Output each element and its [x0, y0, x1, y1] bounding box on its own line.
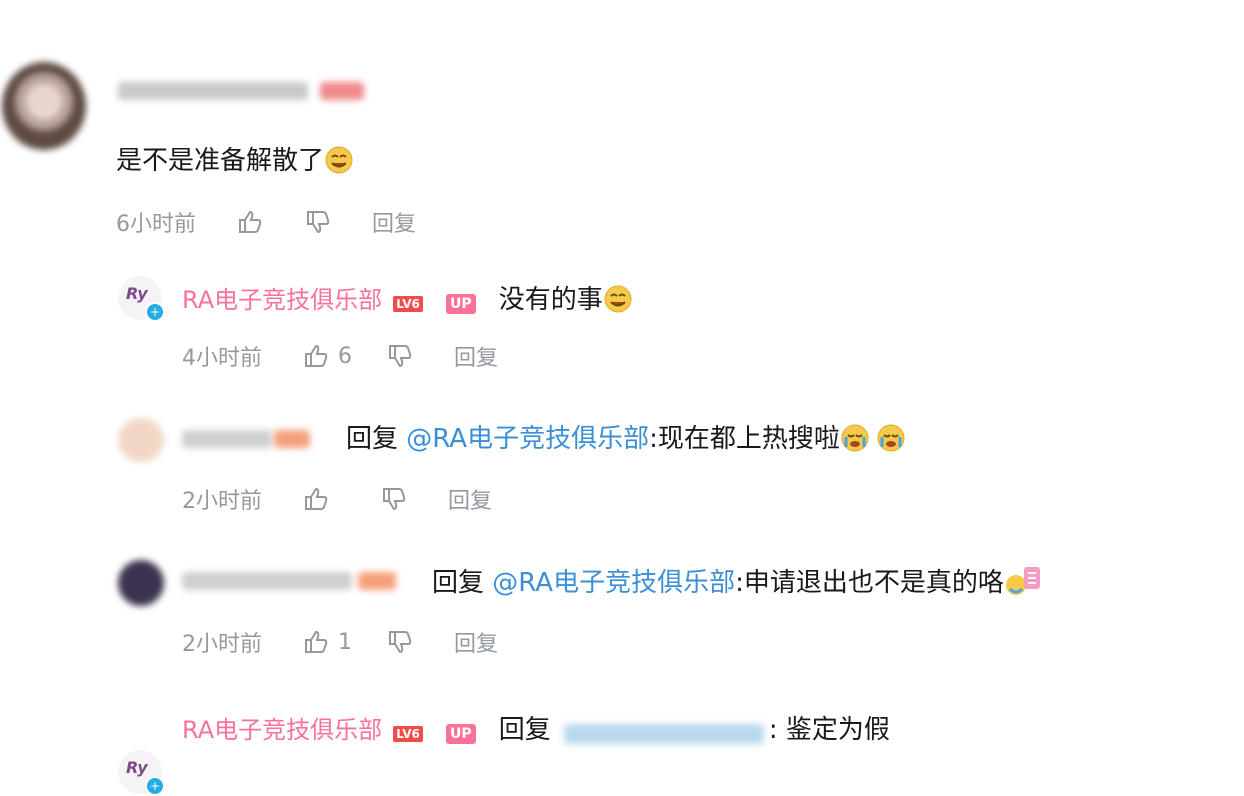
comment-meta: 6小时前 回复 [116, 206, 416, 238]
mention-link[interactable]: @RA电子竞技俱乐部 [492, 568, 735, 598]
ra-avatar[interactable]: Ry + [118, 276, 165, 322]
thumbs-down-icon[interactable] [380, 485, 408, 513]
replier-avatar[interactable] [118, 418, 164, 462]
verified-icon: + [145, 776, 165, 796]
reply-button[interactable]: 回复 [448, 483, 492, 515]
reply-meta: 4小时前 6 回复 [182, 340, 498, 372]
reply-meta: 2小时前 1 回复 [182, 626, 498, 658]
reply-content: 回复 @RA电子竞技俱乐部:申请退出也不是真的咯 [432, 566, 1044, 600]
like-count: 6 [338, 343, 352, 369]
level-badge: LV6 [393, 295, 423, 312]
laugh-cry-emoji-icon [324, 145, 354, 175]
reply-text: :申请退出也不是真的咯 [735, 568, 1004, 598]
crying-emoji-icon [840, 423, 870, 453]
reply-prefix: 回复 [432, 568, 485, 598]
thumbs-up-icon[interactable] [236, 208, 264, 236]
sticker-emoji-icon [1004, 567, 1044, 597]
reply-time: 2小时前 [182, 632, 262, 657]
laugh-cry-emoji-icon [603, 284, 633, 314]
reply-header: RA电子竞技俱乐部 LV6 UP 回复 : 鉴定为假 [182, 710, 890, 747]
thumbs-down-icon[interactable] [386, 342, 414, 370]
thumbs-up-icon[interactable] [302, 485, 330, 513]
comment-text: 是不是准备解散了 [116, 146, 325, 176]
comment-content: 是不是准备解散了 [116, 144, 354, 178]
reply-meta: 2小时前 回复 [182, 483, 492, 515]
reply-time: 2小时前 [182, 489, 262, 514]
ra-logo-icon: Ry [126, 758, 148, 777]
reply-text: : 鉴定为假 [768, 715, 890, 745]
mention-link[interactable]: @RA电子竞技俱乐部 [406, 424, 649, 454]
comment-time: 6小时前 [116, 212, 196, 237]
commenter-name-blurred[interactable] [118, 82, 308, 100]
up-badge: UP [445, 723, 476, 744]
reply-content: 回复 @RA电子竞技俱乐部:现在都上热搜啦 [346, 422, 906, 456]
ra-logo-icon: Ry [126, 284, 148, 303]
reply-user-name[interactable]: RA电子竞技俱乐部 [182, 716, 382, 744]
reply-text: 没有的事 [498, 285, 603, 315]
replier-badge-blurred [358, 572, 396, 590]
thumbs-up-icon[interactable] [302, 342, 330, 370]
mention-link-blurred[interactable] [563, 723, 764, 744]
replier-name-blurred[interactable] [182, 572, 352, 590]
verified-icon: + [145, 302, 165, 322]
reply-header: RA电子竞技俱乐部 LV6 UP 没有的事 [182, 280, 633, 317]
like-count: 1 [338, 629, 352, 655]
up-badge: UP [445, 293, 476, 314]
reply-time: 4小时前 [182, 346, 262, 371]
level-badge: LV6 [393, 725, 423, 742]
reply-prefix: 回复 [498, 715, 551, 745]
replier-name-blurred[interactable] [182, 430, 272, 448]
replier-avatar[interactable] [118, 560, 164, 606]
reply-button[interactable]: 回复 [454, 626, 498, 658]
thumbs-down-icon[interactable] [304, 208, 332, 236]
reply-button[interactable]: 回复 [372, 206, 416, 238]
thumbs-up-icon[interactable] [302, 628, 330, 656]
thumbs-down-icon[interactable] [386, 628, 414, 656]
crying-emoji-icon [876, 423, 906, 453]
reply-button[interactable]: 回复 [454, 340, 498, 372]
reply-prefix: 回复 [346, 424, 399, 454]
commenter-avatar[interactable] [2, 62, 86, 150]
replier-badge-blurred [274, 430, 310, 448]
reply-user-name[interactable]: RA电子竞技俱乐部 [182, 286, 382, 314]
reply-text: :现在都上热搜啦 [649, 424, 840, 454]
ra-avatar[interactable]: Ry + [118, 750, 165, 796]
commenter-badge-blurred [320, 82, 364, 100]
